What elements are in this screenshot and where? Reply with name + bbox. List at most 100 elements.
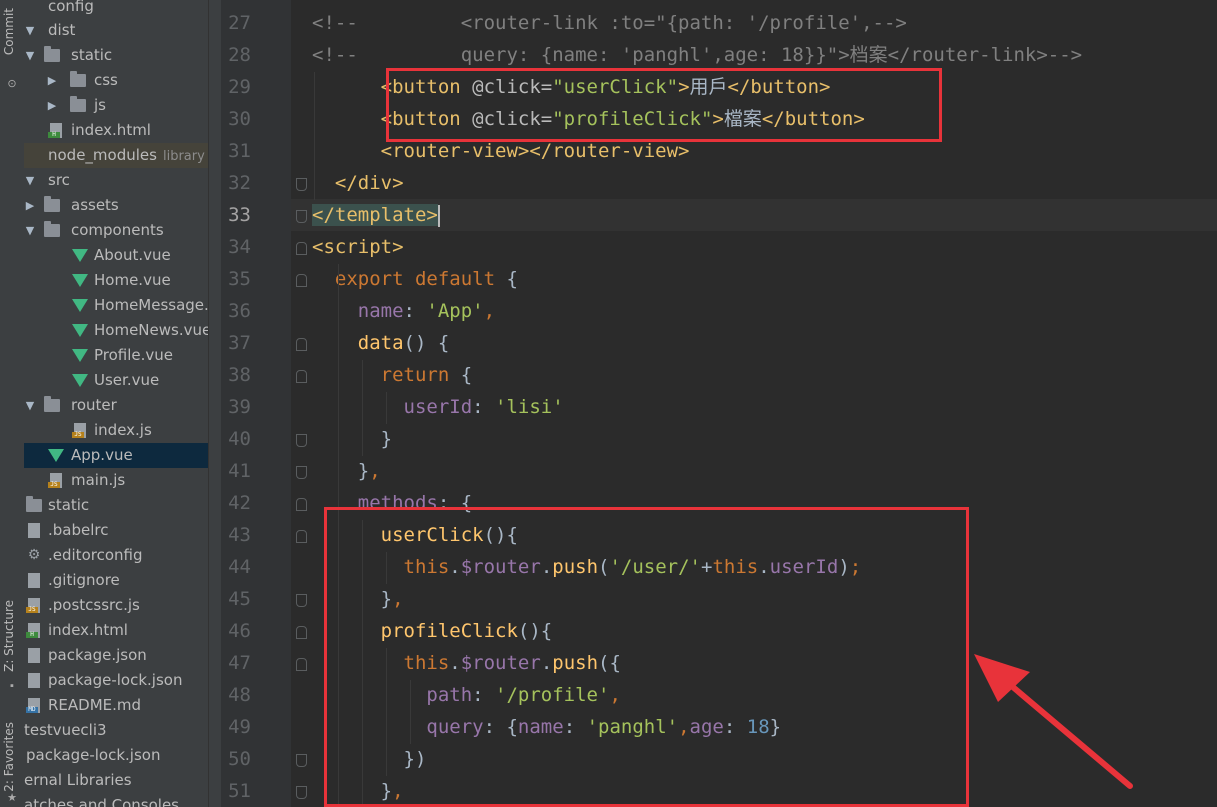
- line-number: 30: [228, 108, 251, 130]
- code-line[interactable]: <script>: [312, 231, 404, 263]
- fold-marker[interactable]: [296, 658, 307, 671]
- tree-item-css[interactable]: ▶ css: [24, 68, 221, 93]
- fold-marker[interactable]: [296, 498, 307, 511]
- code-line[interactable]: name: 'App',: [312, 295, 495, 327]
- fold-marker[interactable]: [296, 242, 307, 255]
- code-token: {: [449, 364, 473, 386]
- tree-item-components[interactable]: ▼ components: [24, 218, 221, 243]
- chevron-down-icon[interactable]: ▼: [24, 18, 36, 43]
- fold-marker[interactable]: [296, 370, 307, 383]
- code-line[interactable]: return {: [312, 359, 473, 391]
- fold-marker[interactable]: [296, 178, 307, 191]
- tree-item-node-modules[interactable]: node_moduleslibrary roo: [24, 143, 221, 168]
- code-token: <router-view></router-view>: [380, 140, 690, 162]
- code-line[interactable]: <!-- query: {name: 'panghl',age: 18}}">档…: [312, 39, 1082, 71]
- vue-file-icon: [72, 249, 88, 262]
- line-number: 48: [228, 684, 251, 706]
- fold-marker[interactable]: [296, 210, 307, 223]
- code-token: <!-- query: {name: 'panghl',age: 18}}">档…: [312, 44, 1083, 66]
- code-line[interactable]: }: [312, 423, 392, 455]
- text-caret: [437, 204, 440, 227]
- code-line[interactable]: </template>: [312, 199, 440, 231]
- fold-marker[interactable]: [296, 786, 307, 799]
- code-line[interactable]: <!-- <router-link :to="{path: '/profile'…: [312, 7, 907, 39]
- tree-item-dist[interactable]: ▼ dist: [24, 18, 221, 43]
- vue-file-icon: [72, 274, 88, 287]
- line-number: 51: [228, 780, 251, 802]
- js-file-icon: JS: [48, 473, 62, 488]
- chevron-down-icon[interactable]: ▼: [24, 218, 36, 243]
- code-token: userId: [403, 396, 473, 418]
- html-file-icon: H: [26, 623, 40, 638]
- tree-item-router-index-js[interactable]: JS index.js: [24, 418, 221, 443]
- tree-item-scratches-and-consoles[interactable]: atches and Consoles: [24, 793, 221, 807]
- tree-item-router[interactable]: ▼ router: [24, 393, 221, 418]
- tree-item-home-vue[interactable]: Home.vue: [24, 268, 221, 293]
- tree-item-assets[interactable]: ▶ assets: [24, 193, 221, 218]
- tree-item-testvuecli3[interactable]: testvuecli3: [24, 718, 221, 743]
- tree-scrollbar[interactable]: [208, 0, 221, 807]
- tree-item-homemessage-vue[interactable]: HomeMessage.vue: [24, 293, 221, 318]
- tree-item-static-root[interactable]: static: [24, 493, 221, 518]
- fold-marker[interactable]: [296, 626, 307, 639]
- chevron-right-icon[interactable]: ▶: [24, 193, 36, 218]
- chevron-down-icon[interactable]: ▼: [24, 393, 36, 418]
- tree-item-config[interactable]: config: [24, 0, 221, 19]
- folder-icon: [44, 46, 60, 62]
- tree-item-user-vue[interactable]: User.vue: [24, 368, 221, 393]
- fold-marker[interactable]: [296, 594, 307, 607]
- tree-item-readme-md[interactable]: MD README.md: [24, 693, 221, 718]
- tree-item-root-index-html[interactable]: Hindex.html: [24, 618, 221, 643]
- fold-marker[interactable]: [296, 338, 307, 351]
- structure-tab[interactable]: Z: Structure: [2, 600, 16, 672]
- tree-item-about-vue[interactable]: About.vue: [24, 243, 221, 268]
- commit-tab[interactable]: Commit: [2, 8, 16, 55]
- code-token: }: [312, 460, 370, 482]
- structure-icon: ▪: [10, 680, 14, 692]
- favorites-icon: ★: [7, 792, 17, 804]
- chevron-down-icon[interactable]: ▼: [24, 168, 36, 193]
- code-line[interactable]: data() {: [312, 327, 450, 359]
- tree-item-package-lock-json[interactable]: package-lock.json: [24, 668, 221, 693]
- tree-item-app-vue[interactable]: App.vue: [24, 443, 221, 468]
- tool-window-strip: Commit ⊙ Z: Structure ▪ 2: Favorites ★: [0, 0, 25, 807]
- tree-item-editorconfig[interactable]: ⚙ .editorconfig: [24, 543, 221, 568]
- tree-item-src[interactable]: ▼ src: [24, 168, 221, 193]
- commit-icon: ⊙: [7, 78, 17, 90]
- chevron-down-icon[interactable]: ▼: [24, 43, 36, 68]
- tree-item-index-html[interactable]: Hindex.html: [24, 118, 221, 143]
- tree-item-static[interactable]: ▼ static: [24, 43, 221, 68]
- tree-item-gitignore[interactable]: .gitignore: [24, 568, 221, 593]
- markdown-file-icon: MD: [26, 698, 40, 713]
- line-number: 43: [228, 524, 251, 546]
- fold-marker[interactable]: [296, 754, 307, 767]
- vue-file-icon: [72, 349, 88, 362]
- line-number: 39: [228, 396, 251, 418]
- chevron-right-icon[interactable]: ▶: [46, 68, 58, 93]
- code-line[interactable]: },: [312, 455, 381, 487]
- tree-item-external-libraries[interactable]: ernal Libraries: [24, 768, 221, 793]
- fold-marker[interactable]: [296, 466, 307, 479]
- favorites-tab[interactable]: 2: Favorites: [2, 722, 16, 792]
- tree-item-postcssrc-js[interactable]: JS .postcssrc.js: [24, 593, 221, 618]
- code-line[interactable]: export default {: [312, 263, 518, 295]
- code-line[interactable]: </div>: [312, 167, 404, 199]
- code-line[interactable]: userId: 'lisi': [312, 391, 564, 423]
- fold-marker[interactable]: [296, 434, 307, 447]
- tree-item-package-lock-json-2[interactable]: package-lock.json: [24, 743, 221, 768]
- tree-item-js[interactable]: ▶ js: [24, 93, 221, 118]
- tree-item-homenews-vue[interactable]: HomeNews.vue: [24, 318, 221, 343]
- tree-item-babelrc[interactable]: .babelrc: [24, 518, 221, 543]
- tree-item-main-js[interactable]: JS main.js: [24, 468, 221, 493]
- vue-file-icon: [48, 449, 64, 462]
- tree-item-profile-vue[interactable]: Profile.vue: [24, 343, 221, 368]
- tree-item-package-json[interactable]: package.json: [24, 643, 221, 668]
- fold-marker[interactable]: [296, 274, 307, 287]
- chevron-right-icon[interactable]: ▶: [46, 93, 58, 118]
- vue-file-icon: [72, 299, 88, 312]
- fold-marker[interactable]: [296, 530, 307, 543]
